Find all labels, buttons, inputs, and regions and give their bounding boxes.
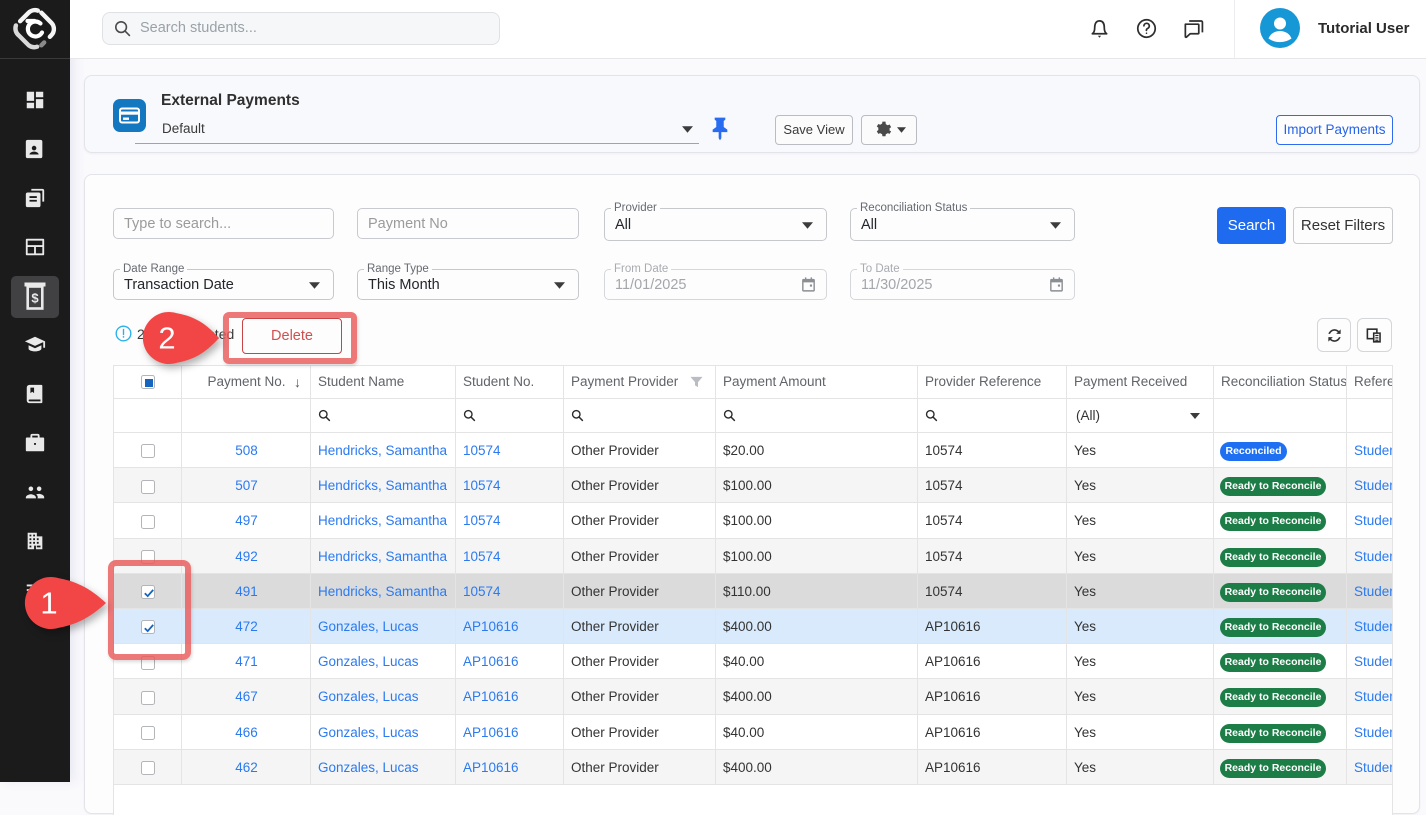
svg-text:2: 2 — [158, 321, 175, 356]
svg-text:1: 1 — [40, 586, 57, 621]
svg-text:$: $ — [31, 291, 39, 306]
